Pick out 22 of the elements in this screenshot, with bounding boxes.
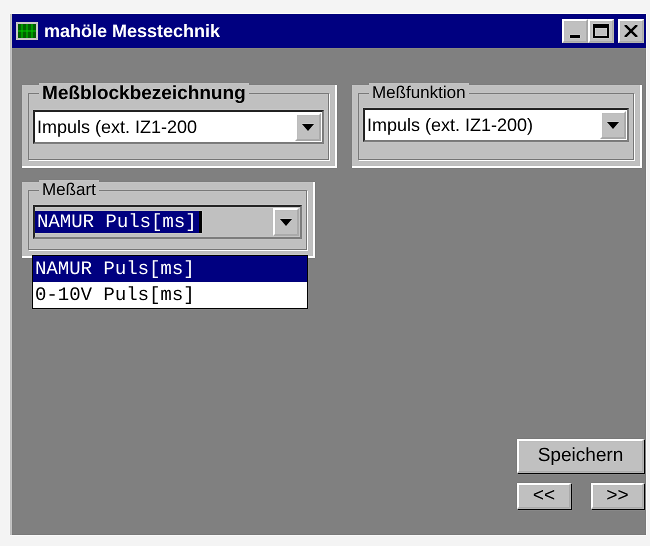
- dropdown[interactable]: Impuls (ext. IZ1-200: [33, 110, 324, 144]
- dropdown[interactable]: Impuls (ext. IZ1-200): [363, 108, 629, 142]
- save-button[interactable]: Speichern: [517, 439, 644, 473]
- maximize-button[interactable]: [588, 19, 614, 43]
- dropdown-button[interactable]: [295, 113, 321, 141]
- close-button[interactable]: [618, 19, 644, 43]
- app-icon: [16, 22, 38, 40]
- minimize-icon: [570, 34, 580, 38]
- dropdown-button[interactable]: [600, 111, 626, 139]
- caret-icon: [302, 124, 314, 130]
- previous-button[interactable]: <<: [517, 483, 571, 509]
- caret-icon: [280, 218, 292, 226]
- minimize-button[interactable]: [562, 19, 588, 43]
- dropdown-option[interactable]: NAMUR Puls[ms]: [33, 256, 307, 282]
- maximize-icon: [593, 24, 609, 38]
- close-icon: [624, 25, 638, 37]
- caret-icon: [607, 122, 619, 128]
- dropdown-button[interactable]: [273, 208, 299, 236]
- group-label: Meßblockbezeichnung: [39, 83, 249, 105]
- next-button[interactable]: >>: [591, 483, 644, 509]
- window-title: mahöle Messtechnik: [44, 20, 222, 42]
- dropdown[interactable]: NAMUR Puls[ms]: [33, 205, 302, 239]
